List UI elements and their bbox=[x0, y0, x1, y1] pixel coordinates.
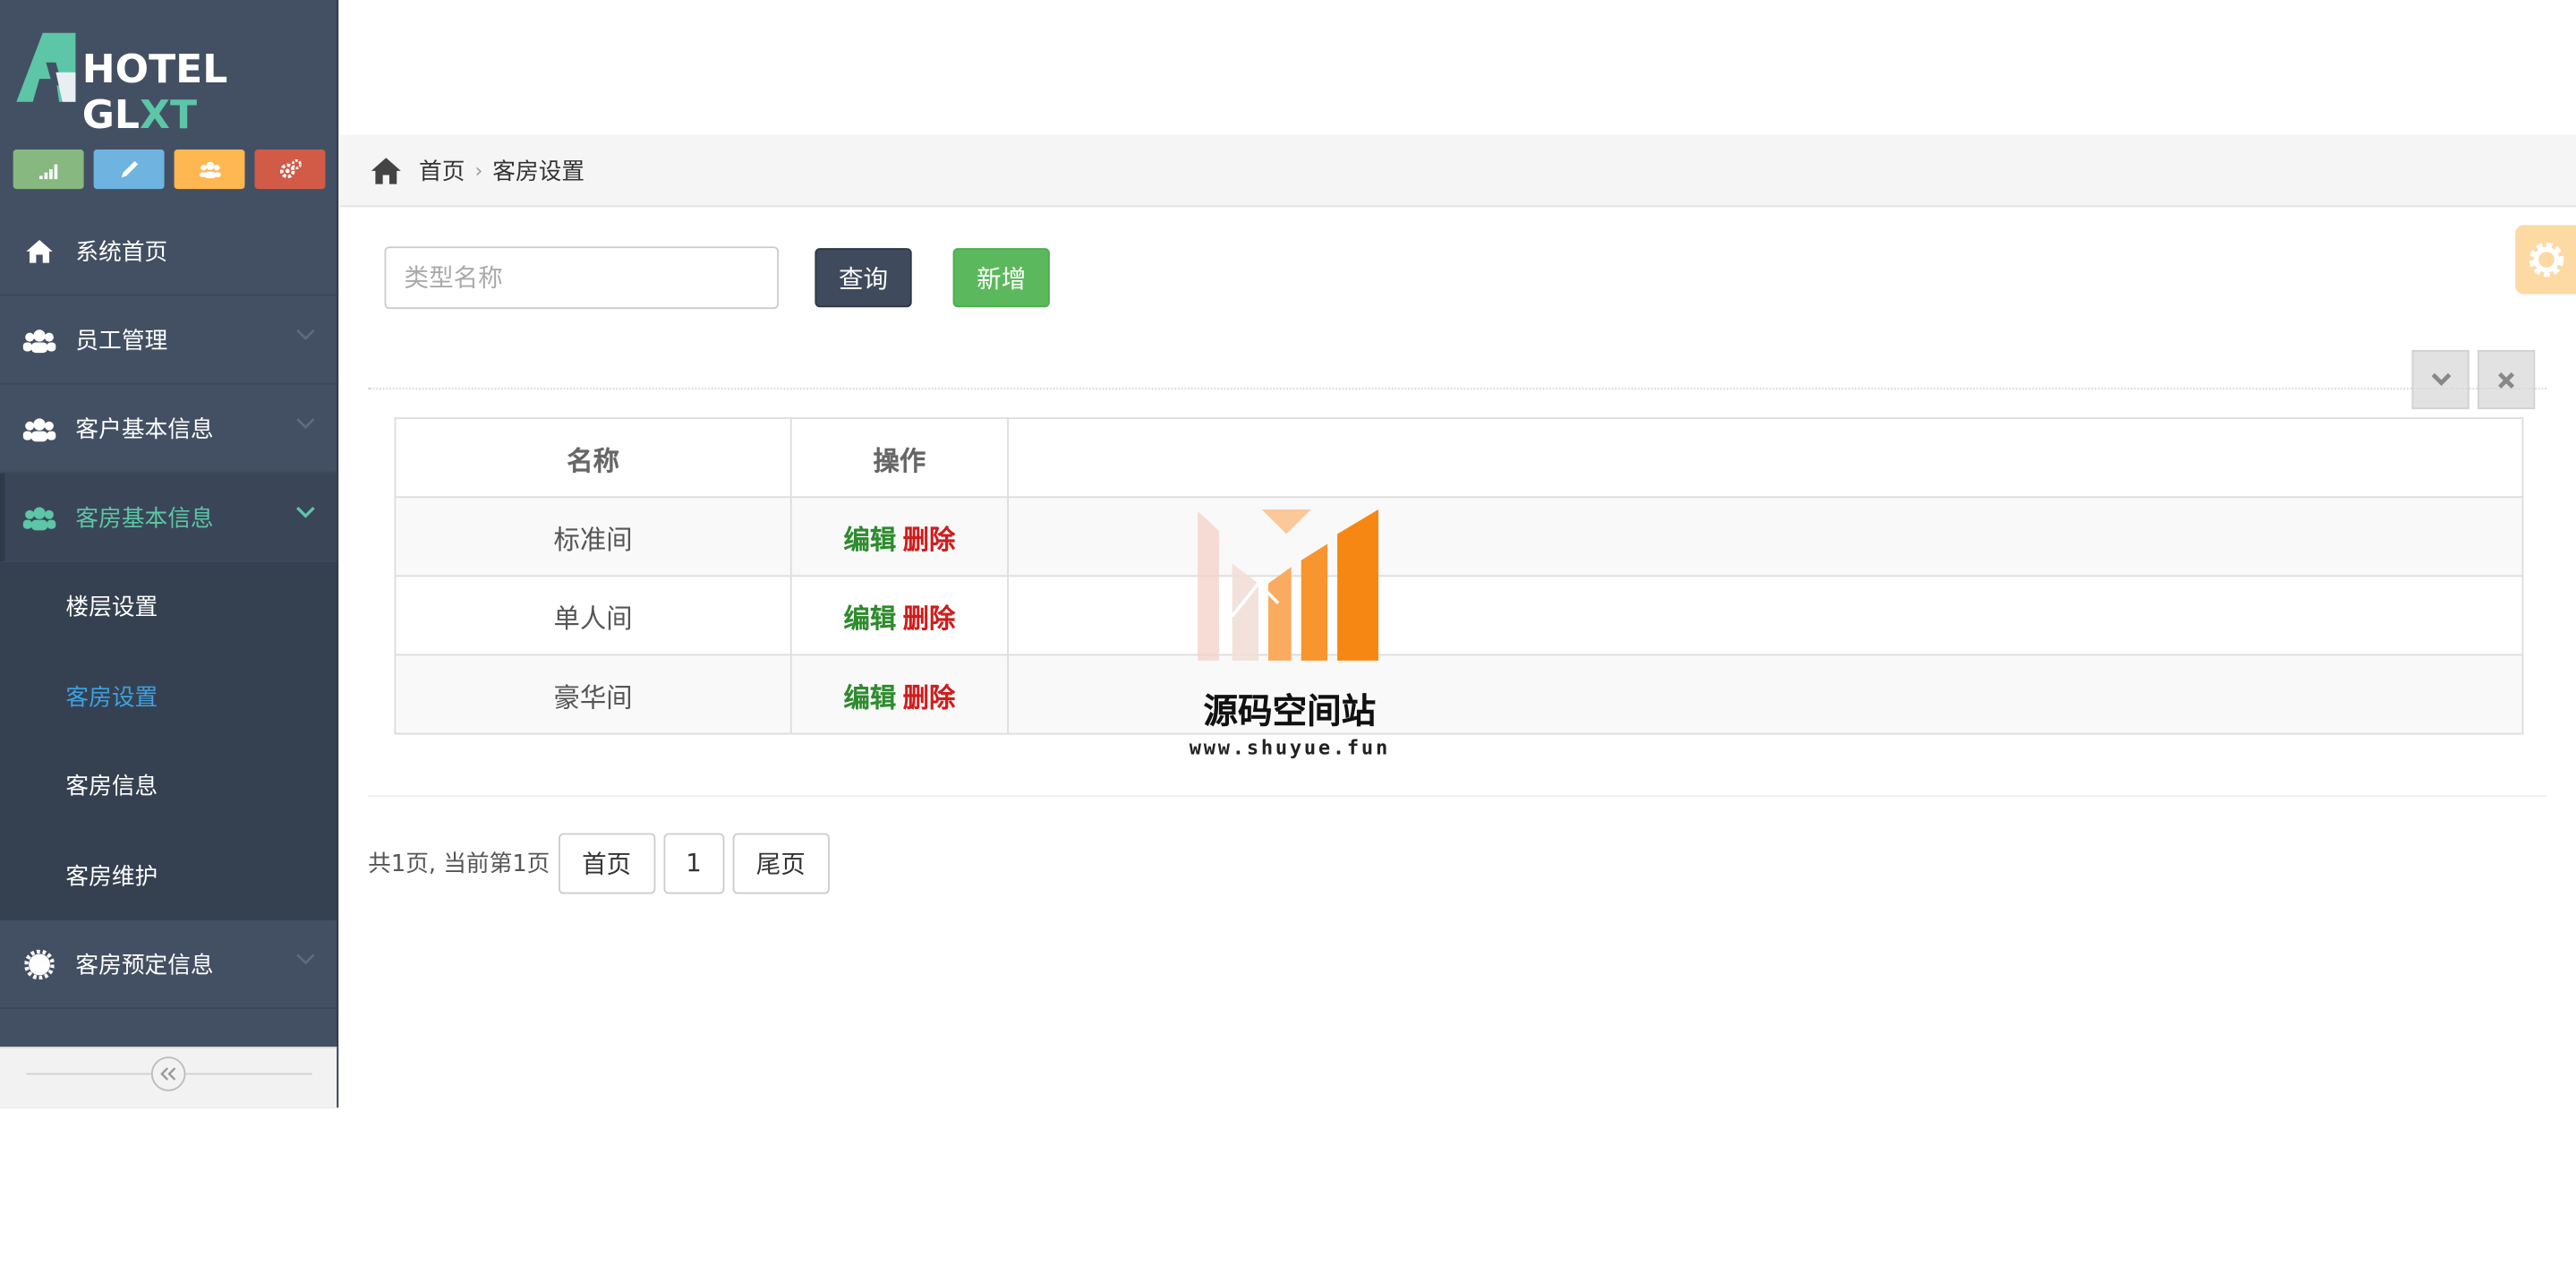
gear-icon bbox=[23, 947, 56, 980]
submenu-item-room-settings[interactable]: 客房设置 bbox=[0, 652, 337, 741]
pagination-info: 共1页, 当前第1页 bbox=[368, 851, 550, 878]
home-icon bbox=[23, 235, 56, 268]
last-page-button[interactable]: 尾页 bbox=[732, 832, 830, 894]
sidebar-item-customer-info[interactable]: 客户基本信息 bbox=[0, 385, 337, 474]
room-type-table: 名称 操作 标准间 编辑 删除 单人间 编辑 删除 豪华间 编辑 删除 bbox=[394, 417, 2524, 735]
divider bbox=[368, 388, 2547, 390]
logo-mark-icon bbox=[16, 32, 76, 102]
sidebar-item-label: 客户基本信息 bbox=[75, 416, 214, 443]
double-chevron-left-icon bbox=[160, 1067, 176, 1081]
sidebar-item-home[interactable]: 系统首页 bbox=[0, 207, 337, 296]
delete-link[interactable]: 删除 bbox=[903, 524, 956, 555]
breadcrumb-home-link[interactable]: 首页 bbox=[419, 154, 465, 187]
chevron-down-icon bbox=[296, 507, 315, 518]
cell-name: 豪华间 bbox=[394, 654, 792, 735]
shortcut-cogs-button[interactable] bbox=[254, 150, 326, 190]
logo-text: HOTEL GLXT bbox=[81, 46, 228, 139]
sidebar-menu: 系统首页 员工管理 客户基本信息 客房基本信息 楼层设置 客房设置 客房信息 客… bbox=[0, 207, 337, 1009]
submenu-item-room-info[interactable]: 客房信息 bbox=[0, 741, 337, 831]
cell-name: 单人间 bbox=[394, 575, 792, 656]
watermark: 源码空间站 www.shuyue.fun bbox=[1183, 501, 1397, 773]
table-header-row: 名称 操作 bbox=[394, 417, 2524, 499]
shortcut-signal-button[interactable] bbox=[13, 150, 84, 190]
sidebar-item-booking-info[interactable]: 客房预定信息 bbox=[0, 920, 337, 1009]
column-header-name: 名称 bbox=[394, 417, 792, 499]
watermark-logo-icon bbox=[1198, 509, 1378, 661]
chevron-down-icon bbox=[296, 953, 315, 965]
submenu-room: 楼层设置 客房设置 客房信息 客房维护 bbox=[0, 561, 337, 920]
chevron-down-icon bbox=[296, 329, 315, 341]
page-1-button[interactable]: 1 bbox=[663, 832, 724, 894]
first-page-button[interactable]: 首页 bbox=[558, 832, 655, 894]
shortcut-pencil-button[interactable] bbox=[93, 150, 165, 190]
sidebar-item-label: 客房预定信息 bbox=[75, 952, 214, 979]
pencil-icon bbox=[120, 160, 138, 178]
gear-icon bbox=[2528, 242, 2563, 278]
column-header-empty bbox=[1007, 417, 2524, 499]
app-window: HOTEL GLXT 系统首页 员工管理 客户基本信息 客房基本信息 楼层设置 … bbox=[0, 0, 2576, 1274]
table-row: 单人间 编辑 删除 bbox=[394, 575, 2524, 656]
sidebar-collapse-button[interactable] bbox=[150, 1056, 186, 1091]
watermark-url: www.shuyue.fun bbox=[1189, 736, 1390, 760]
close-icon bbox=[2498, 371, 2515, 389]
chevron-down-icon bbox=[296, 418, 315, 430]
table-row: 豪华间 编辑 删除 bbox=[394, 654, 2524, 735]
submenu-item-floor-settings[interactable]: 楼层设置 bbox=[0, 562, 337, 652]
cogs-icon bbox=[279, 158, 301, 179]
widget-collapse-button[interactable] bbox=[2411, 349, 2469, 410]
watermark-title: 源码空间站 bbox=[1203, 691, 1377, 731]
sidebar-item-room-info[interactable]: 客房基本信息 bbox=[0, 473, 337, 562]
edit-link[interactable]: 编辑 bbox=[844, 524, 897, 555]
sidebar-item-label: 客房基本信息 bbox=[75, 505, 214, 532]
sidebar-item-label: 系统首页 bbox=[75, 239, 168, 266]
breadcrumb: 首页 › 客房设置 bbox=[339, 134, 2576, 208]
chevron-down-icon bbox=[2430, 372, 2451, 387]
sidebar: HOTEL GLXT 系统首页 员工管理 客户基本信息 客房基本信息 楼层设置 … bbox=[0, 0, 339, 1108]
settings-toggle-button[interactable] bbox=[2515, 225, 2576, 295]
sidebar-item-label: 员工管理 bbox=[75, 328, 168, 355]
cell-actions: 编辑 删除 bbox=[789, 496, 1009, 577]
users-icon bbox=[199, 161, 220, 179]
type-name-search-input[interactable] bbox=[384, 246, 780, 310]
home-icon[interactable] bbox=[370, 155, 403, 184]
delete-link[interactable]: 删除 bbox=[903, 603, 956, 634]
logo[interactable]: HOTEL GLXT bbox=[0, 0, 337, 139]
query-button[interactable]: 查询 bbox=[815, 248, 912, 308]
add-button[interactable]: 新增 bbox=[952, 248, 1050, 308]
cell-name: 标准间 bbox=[394, 496, 792, 577]
sidebar-collapse-bar bbox=[0, 1047, 337, 1108]
submenu-item-room-maintenance[interactable]: 客房维护 bbox=[0, 831, 337, 920]
table-row: 标准间 编辑 删除 bbox=[394, 496, 2524, 577]
cell-actions: 编辑 删除 bbox=[789, 575, 1009, 656]
cell-actions: 编辑 删除 bbox=[789, 654, 1009, 735]
pagination: 共1页, 当前第1页 首页 1 尾页 bbox=[368, 832, 837, 894]
divider bbox=[368, 795, 2547, 798]
users-icon bbox=[22, 500, 56, 534]
signal-icon bbox=[38, 164, 57, 180]
shortcut-users-button[interactable] bbox=[174, 150, 245, 190]
sidebar-item-staff[interactable]: 员工管理 bbox=[0, 295, 337, 385]
users-icon bbox=[22, 412, 56, 445]
delete-link[interactable]: 删除 bbox=[903, 681, 956, 713]
shortcut-bar bbox=[13, 150, 326, 190]
users-icon bbox=[22, 323, 56, 356]
breadcrumb-separator-icon: › bbox=[474, 158, 483, 182]
edit-link[interactable]: 编辑 bbox=[844, 603, 897, 634]
column-header-actions: 操作 bbox=[789, 417, 1009, 499]
breadcrumb-current: 客房设置 bbox=[492, 158, 585, 185]
widget-close-button[interactable] bbox=[2477, 349, 2536, 410]
edit-link[interactable]: 编辑 bbox=[844, 681, 897, 713]
